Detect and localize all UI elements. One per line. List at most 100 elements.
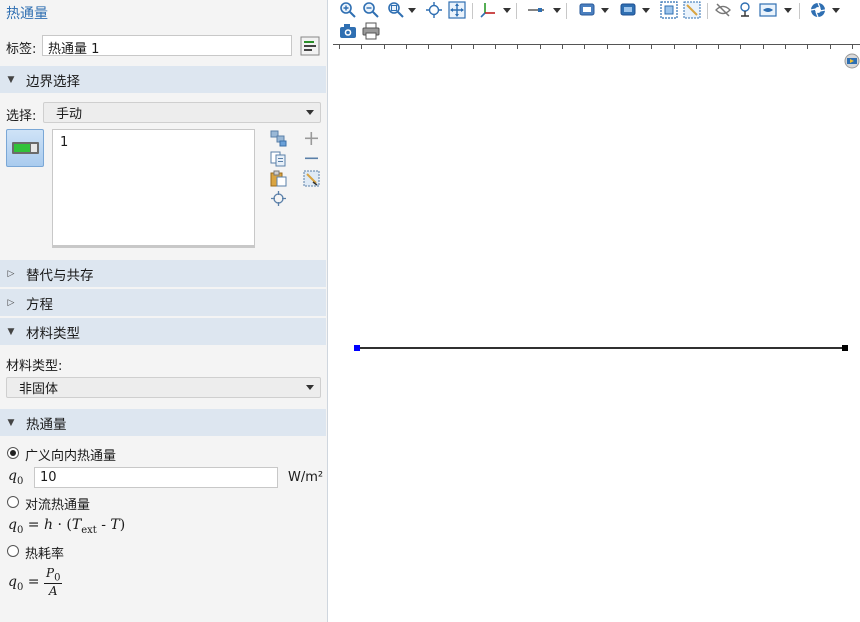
expand-triangle-icon: ▷ bbox=[7, 297, 15, 308]
light-icon[interactable] bbox=[809, 1, 827, 19]
label-edit-icon[interactable] bbox=[300, 36, 320, 56]
section-label: 材料类型 bbox=[26, 325, 80, 342]
chevron-down-icon[interactable] bbox=[784, 8, 792, 13]
section-label: 边界选择 bbox=[26, 73, 80, 90]
chevron-down-icon[interactable] bbox=[642, 8, 650, 13]
ruler-tick bbox=[740, 45, 741, 49]
clear-select-icon[interactable] bbox=[683, 1, 701, 19]
toolbar-separator bbox=[707, 3, 708, 19]
hide-icon[interactable] bbox=[714, 1, 732, 19]
ruler-tick bbox=[674, 45, 675, 49]
material-type-dropdown[interactable]: 非固体 bbox=[6, 377, 321, 398]
ruler-tick bbox=[807, 45, 808, 49]
radio-heat-rate[interactable] bbox=[7, 545, 19, 557]
boundary-edge[interactable] bbox=[358, 347, 845, 349]
ruler-tick bbox=[451, 45, 452, 49]
selection-caption: 选择: bbox=[6, 109, 37, 124]
ruler-tick bbox=[629, 45, 630, 49]
radio-convective-heat-flux[interactable] bbox=[7, 496, 19, 508]
chevron-down-icon bbox=[306, 385, 314, 390]
ruler-tick bbox=[495, 45, 496, 49]
zoom-to-selection-icon[interactable] bbox=[270, 190, 287, 207]
collapse-triangle-icon: ▼ bbox=[7, 74, 15, 85]
chevron-down-icon[interactable] bbox=[601, 8, 609, 13]
section-equation[interactable]: ▷ 方程 bbox=[0, 289, 326, 316]
list-item[interactable]: 1 bbox=[60, 135, 247, 150]
view-icon[interactable] bbox=[759, 1, 777, 19]
zoom-out-icon[interactable] bbox=[362, 1, 380, 19]
expand-triangle-icon: ▷ bbox=[7, 268, 15, 279]
collapse-triangle-icon: ▼ bbox=[7, 326, 15, 337]
ruler-tick bbox=[852, 45, 853, 49]
ruler-tick bbox=[361, 45, 362, 49]
print-icon[interactable] bbox=[362, 22, 380, 40]
label-caption: 标签: bbox=[6, 42, 37, 57]
q0-input[interactable]: 10 bbox=[34, 467, 278, 488]
ruler-tick bbox=[339, 45, 340, 49]
ruler-tick bbox=[562, 45, 563, 49]
selection-dropdown[interactable]: 手动 bbox=[43, 102, 321, 123]
boundary-list[interactable]: 1 bbox=[52, 129, 255, 248]
section-override-coexistence[interactable]: ▷ 替代与共存 bbox=[0, 260, 326, 287]
paste-icon[interactable] bbox=[270, 170, 287, 187]
chevron-down-icon[interactable] bbox=[553, 8, 561, 13]
ruler-tick bbox=[763, 45, 764, 49]
clear-selection-icon[interactable] bbox=[303, 170, 320, 187]
select-box-icon[interactable] bbox=[660, 1, 678, 19]
ruler-tick bbox=[785, 45, 786, 49]
start-vertex[interactable] bbox=[354, 345, 360, 351]
radio-general-inward-heat-flux[interactable] bbox=[7, 447, 19, 459]
material-type-caption: 材料类型: bbox=[6, 359, 63, 374]
graphics-options-icon[interactable] bbox=[844, 53, 860, 69]
copy-icon[interactable] bbox=[270, 150, 287, 167]
chevron-down-icon[interactable] bbox=[832, 8, 840, 13]
paste-selection-icon[interactable] bbox=[270, 130, 287, 147]
remove-icon[interactable] bbox=[303, 150, 320, 167]
ruler-tick bbox=[384, 45, 385, 49]
toolbar-separator bbox=[472, 3, 473, 19]
toolbar-separator bbox=[516, 3, 517, 19]
ruler-tick bbox=[584, 45, 585, 49]
active-selection-toggle[interactable] bbox=[6, 129, 44, 167]
end-vertex[interactable] bbox=[842, 345, 848, 351]
toggle-switch-icon bbox=[12, 142, 39, 154]
section-label: 替代与共存 bbox=[26, 267, 94, 284]
section-boundary-selection[interactable]: ▼ 边界选择 bbox=[0, 66, 326, 93]
zoom-in-icon[interactable] bbox=[339, 1, 357, 19]
chevron-down-icon[interactable] bbox=[408, 8, 416, 13]
ruler-tick bbox=[607, 45, 608, 49]
zoom-extents-icon[interactable] bbox=[448, 1, 466, 19]
section-label: 热通量 bbox=[26, 416, 67, 433]
option-label: 热耗率 bbox=[25, 547, 65, 562]
ruler-tick bbox=[406, 45, 407, 49]
zoom-box-icon[interactable] bbox=[386, 1, 404, 19]
axes-icon[interactable] bbox=[479, 1, 497, 19]
ruler-tick bbox=[517, 45, 518, 49]
ruler-tick bbox=[428, 45, 429, 49]
section-heat-flux[interactable]: ▼ 热通量 bbox=[0, 409, 326, 436]
heat-rate-equation: q0 = P0 A bbox=[8, 566, 63, 599]
chevron-down-icon[interactable] bbox=[503, 8, 511, 13]
material-type-dropdown-value: 非固体 bbox=[19, 382, 59, 397]
selection-dropdown-value: 手动 bbox=[56, 107, 83, 122]
section-material-type[interactable]: ▼ 材料类型 bbox=[0, 318, 326, 345]
ruler-tick bbox=[718, 45, 719, 49]
label-field[interactable]: 热通量 1 bbox=[42, 35, 292, 57]
option-label: 广义向内热通量 bbox=[25, 449, 117, 464]
render-icon[interactable] bbox=[619, 1, 637, 19]
option-label: 对流热通量 bbox=[25, 498, 91, 513]
panel-title: 热通量 bbox=[6, 6, 48, 22]
ruler-tick bbox=[651, 45, 652, 49]
add-icon[interactable] bbox=[303, 130, 320, 147]
q0-unit: W/m² bbox=[288, 470, 324, 485]
camera-icon[interactable] bbox=[339, 22, 357, 40]
select-objects-icon[interactable] bbox=[578, 1, 596, 19]
line-style-icon[interactable] bbox=[527, 1, 545, 19]
transparency-icon[interactable] bbox=[736, 1, 754, 19]
chevron-down-icon bbox=[306, 110, 314, 115]
section-label: 方程 bbox=[26, 296, 53, 313]
center-view-icon[interactable] bbox=[425, 1, 443, 19]
toolbar-separator bbox=[566, 3, 567, 19]
ruler-tick bbox=[540, 45, 541, 49]
toolbar-separator bbox=[799, 3, 800, 19]
